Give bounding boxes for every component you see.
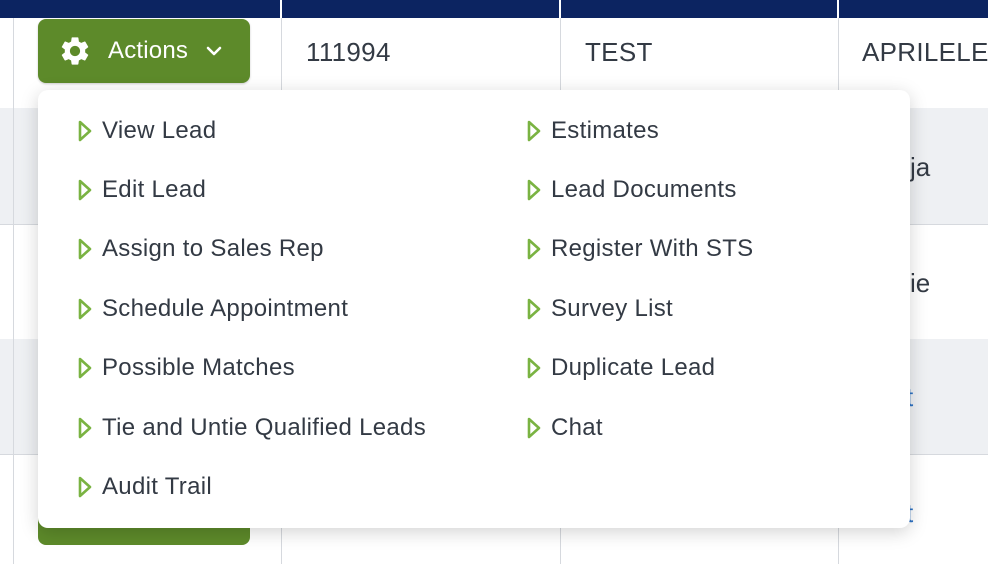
menu-item-audit-trail[interactable]: Audit Trail [76,467,212,507]
menu-item-label: View Lead [102,117,217,144]
header-divider [559,0,561,18]
menu-item-register-with-sts[interactable]: Register With STS [525,229,753,269]
menu-item-label: Duplicate Lead [551,354,716,381]
triangle-right-icon [525,177,543,203]
menu-item-label: Survey List [551,295,674,322]
triangle-right-icon [76,355,94,381]
menu-item-duplicate-lead[interactable]: Duplicate Lead [525,348,715,388]
triangle-right-icon [76,474,94,500]
actions-button-label: Actions [108,37,189,64]
gear-icon [58,34,92,68]
triangle-right-icon [76,415,94,441]
actions-dropdown-menu: View Lead Edit Lead Assign to Sales Rep Sch… [38,90,910,528]
lead-id-cell: 111994 [306,37,391,67]
menu-item-label: Lead Documents [551,176,737,203]
menu-item-view-lead[interactable]: View Lead [76,111,216,151]
triangle-right-icon [525,415,543,441]
menu-item-lead-documents[interactable]: Lead Documents [525,170,737,210]
menu-item-estimates[interactable]: Estimates [525,111,659,151]
menu-item-survey-list[interactable]: Survey List [525,289,673,329]
menu-item-chat[interactable]: Chat [525,408,603,448]
first-name-cell: TEST [585,37,653,67]
menu-item-label: Assign to Sales Rep [102,235,324,262]
triangle-right-icon [525,118,543,144]
menu-item-label: Audit Trail [102,473,213,500]
header-divider [280,0,282,18]
last-name-cell: APRILELEV [862,37,988,67]
menu-item-label: Chat [551,414,603,441]
triangle-right-icon [76,177,94,203]
triangle-right-icon [76,236,94,262]
menu-item-possible-matches[interactable]: Possible Matches [76,348,295,388]
menu-item-label: Register With STS [551,235,754,262]
table-header [0,0,988,18]
row-cell-partial: ie [910,268,931,298]
header-divider [837,0,839,18]
menu-item-schedule-appointment[interactable]: Schedule Appointment [76,289,348,329]
menu-item-assign-to-sales-rep[interactable]: Assign to Sales Rep [76,229,324,269]
triangle-right-icon [76,118,94,144]
triangle-right-icon [525,355,543,381]
menu-item-tie-and-untie-qualified-leads[interactable]: Tie and Untie Qualified Leads [76,408,426,448]
actions-button[interactable]: Actions [38,19,250,83]
menu-item-label: Estimates [551,117,660,144]
menu-item-label: Tie and Untie Qualified Leads [102,414,427,441]
leads-grid-screen: 111994 TEST APRILELEV ja ie t t Actions … [0,0,988,564]
menu-item-edit-lead[interactable]: Edit Lead [76,170,206,210]
row-cell-partial: ja [910,152,931,182]
menu-item-label: Possible Matches [102,354,295,381]
menu-item-label: Schedule Appointment [102,295,349,322]
triangle-right-icon [76,296,94,322]
column-divider [13,18,14,564]
triangle-right-icon [525,296,543,322]
menu-item-label: Edit Lead [102,176,207,203]
chevron-down-icon [204,44,224,58]
triangle-right-icon [525,236,543,262]
